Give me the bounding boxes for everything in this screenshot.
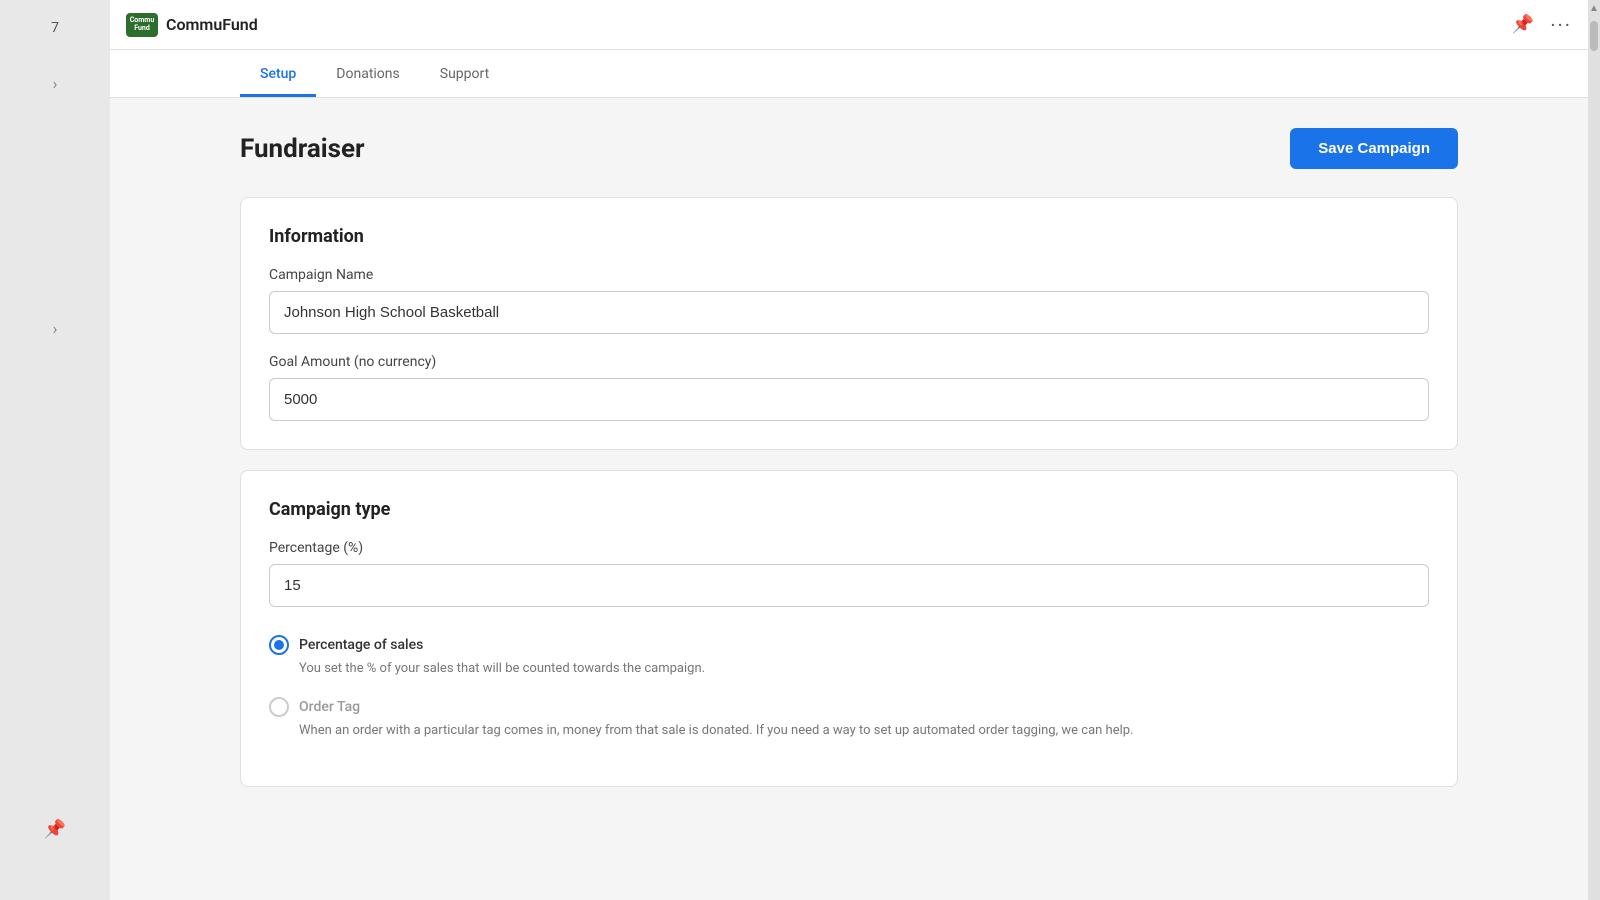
campaign-type-title: Campaign type (269, 499, 1429, 520)
goal-amount-label: Goal Amount (no currency) (269, 354, 1429, 370)
goal-amount-input[interactable] (269, 378, 1429, 421)
sidebar-collapse-2[interactable]: › (45, 311, 66, 346)
percentage-label: Percentage (%) (269, 540, 1429, 556)
sidebar-number: 7 (51, 20, 59, 36)
sidebar: 7 › › 📌 (0, 0, 110, 900)
radio-order-tag-circle[interactable] (269, 697, 289, 717)
information-card-title: Information (269, 226, 1429, 247)
top-bar: Commu Fund CommuFund 📌 ··· (110, 0, 1588, 50)
content-area: Fundraiser Save Campaign Information Cam… (110, 98, 1588, 900)
scrollbar-thumb[interactable] (1590, 21, 1598, 51)
brand-logo-text: Commu Fund (130, 17, 155, 32)
tabs-bar: Setup Donations Support (110, 50, 1588, 98)
brand-logo: Commu Fund (126, 13, 158, 37)
tab-setup[interactable]: Setup (240, 50, 316, 97)
page-header: Fundraiser Save Campaign (240, 128, 1458, 169)
pin-icon[interactable]: 📌 (1512, 14, 1534, 35)
tab-donations[interactable]: Donations (316, 50, 419, 97)
radio-order-tag-desc: When an order with a particular tag come… (299, 721, 1429, 741)
main-area: Commu Fund CommuFund 📌 ··· Setup Donatio… (110, 0, 1588, 900)
radio-option-percentage: Percentage of sales You set the % of you… (269, 635, 1429, 679)
campaign-name-input[interactable] (269, 291, 1429, 334)
brand-name: CommuFund (166, 15, 258, 34)
information-card: Information Campaign Name Goal Amount (n… (240, 197, 1458, 450)
radio-label-row-1: Percentage of sales (269, 635, 1429, 655)
percentage-input[interactable] (269, 564, 1429, 607)
sidebar-collapse-1[interactable]: › (45, 66, 66, 101)
scrollbar[interactable]: ▲ (1588, 0, 1600, 900)
radio-percentage-circle[interactable] (269, 635, 289, 655)
radio-order-tag-label: Order Tag (299, 699, 360, 715)
brand: Commu Fund CommuFund (126, 13, 258, 37)
radio-option-order-tag: Order Tag When an order with a particula… (269, 697, 1429, 741)
top-bar-actions: 📌 ··· (1512, 13, 1572, 37)
page-title: Fundraiser (240, 134, 365, 164)
tab-support[interactable]: Support (420, 50, 509, 97)
radio-label-row-2: Order Tag (269, 697, 1429, 717)
campaign-type-card: Campaign type Percentage (%) Percentage … (240, 470, 1458, 787)
sidebar-pin-button[interactable]: 📌 (44, 819, 66, 840)
save-campaign-button[interactable]: Save Campaign (1290, 128, 1458, 169)
radio-percentage-label: Percentage of sales (299, 637, 423, 653)
radio-group: Percentage of sales You set the % of you… (269, 635, 1429, 740)
more-menu-icon[interactable]: ··· (1550, 13, 1572, 37)
radio-percentage-desc: You set the % of your sales that will be… (299, 659, 1429, 679)
campaign-name-label: Campaign Name (269, 267, 1429, 283)
scroll-up-arrow[interactable]: ▲ (1586, 0, 1600, 17)
